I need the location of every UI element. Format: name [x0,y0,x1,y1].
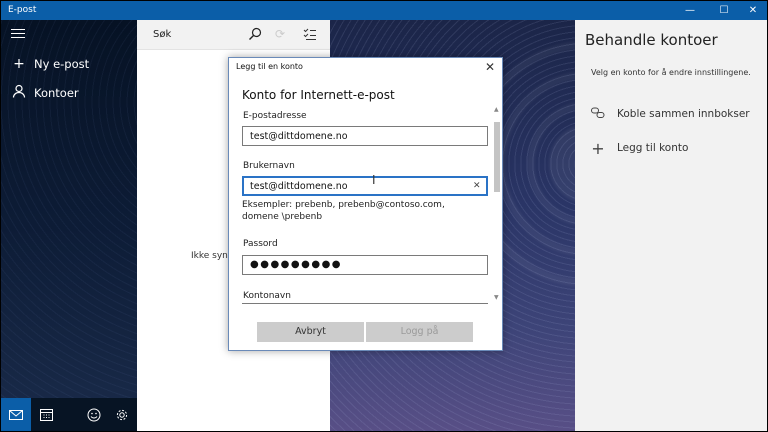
person-icon [11,84,27,102]
cancel-button[interactable]: Avbryt [257,322,364,342]
close-button[interactable]: ✕ [738,1,767,20]
email-label: E-postadresse [243,111,307,121]
dialog-scrollbar[interactable]: ▲ ▼ [493,106,501,306]
calendar-icon [39,409,53,421]
scroll-up-icon[interactable]: ▲ [494,106,499,113]
gear-icon [116,409,128,420]
search-icon[interactable] [247,26,263,42]
dialog-heading: Konto for Internett-e-post [242,88,395,102]
sync-icon[interactable]: ⟳ [275,27,285,41]
dialog-form: Konto for Internett-e-post E-postadresse… [229,78,502,306]
accounts-label: Kontoer [34,86,79,100]
search-input[interactable]: Søk [153,29,171,40]
account-name-label: Kontonavn [243,291,291,301]
bottom-bar [1,398,137,431]
new-mail-button[interactable]: + Ny e-post [1,50,137,78]
hamburger-icon[interactable] [11,29,25,39]
dialog-title: Legg til en konto [236,62,303,71]
password-field[interactable]: ●●●●●●●●● [242,255,488,275]
manage-accounts-panel: Behandle kontoer Velg en konto for å end… [575,20,767,431]
link-icon [591,107,605,122]
text-cursor-icon: I [372,173,376,187]
mail-window: E-post — ☐ ✕ + Ny e-post Kontoer Søk ⟳ I… [1,1,767,431]
mail-icon [9,409,23,420]
search-bar: Søk ⟳ [137,20,330,50]
maximize-button[interactable]: ☐ [709,1,739,20]
username-hint: Eksempler: prebenb, prebenb@contoso.com,… [242,200,445,222]
panel-title: Behandle kontoer [585,31,718,49]
password-label: Passord [243,239,278,249]
calendar-switch-button[interactable] [31,398,61,431]
username-field[interactable] [242,176,488,196]
link-inboxes-label: Koble sammen innbokser [617,108,750,120]
account-name-field[interactable] [242,303,488,304]
settings-button[interactable] [107,398,137,431]
plus-icon: + [591,138,605,158]
minimize-button[interactable]: — [675,1,705,20]
panel-description: Velg en konto for å endre innstillingene… [591,68,751,77]
link-inboxes-button[interactable]: Koble sammen innbokser [591,104,750,124]
add-account-button[interactable]: + Legg til konto [591,138,688,158]
scroll-down-icon[interactable]: ▼ [494,294,499,301]
plus-icon: + [13,56,25,72]
smiley-icon [87,408,101,421]
accounts-button[interactable]: Kontoer [1,79,137,107]
dialog-header: Legg til en konto ✕ [229,58,502,77]
username-label: Brukernavn [243,161,295,171]
left-nav: + Ny e-post Kontoer [1,20,137,431]
mail-switch-button[interactable] [1,398,31,431]
add-account-dialog: Legg til en konto ✕ Konto for Internett-… [228,57,503,351]
scrollbar-thumb[interactable] [494,122,500,192]
new-mail-label: Ny e-post [34,57,90,71]
title-bar: E-post — ☐ ✕ [1,1,767,20]
add-account-label: Legg til konto [617,142,689,154]
login-button[interactable]: Logg på [366,322,473,342]
clear-icon[interactable]: ✕ [473,181,481,191]
email-field[interactable] [242,126,488,146]
window-title: E-post [8,5,37,15]
dialog-close-icon[interactable]: ✕ [482,59,498,75]
feedback-button[interactable] [79,398,109,431]
selection-mode-icon[interactable] [303,26,317,40]
